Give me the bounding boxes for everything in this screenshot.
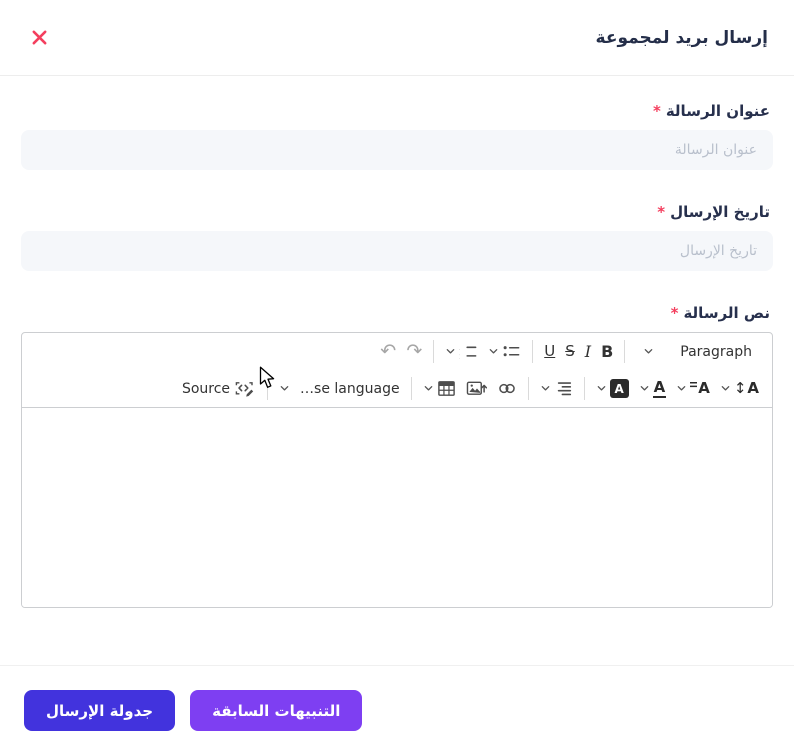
modal-header: إرسال بريد لمجموعة — [0, 0, 794, 76]
required-asterisk: * — [670, 304, 679, 322]
font-family-icon: A — [690, 381, 710, 396]
chevron-down-icon — [677, 386, 686, 391]
bold-icon: B — [601, 341, 614, 361]
send-date-input[interactable] — [21, 231, 773, 271]
strikethrough-icon: S — [565, 342, 575, 360]
italic-button[interactable]: I — [580, 337, 596, 367]
chevron-down-icon — [446, 349, 455, 354]
bulleted-list-icon — [503, 346, 520, 357]
toolbar-row-2: A ↕ A A A …se language Source — [30, 370, 764, 407]
send-date-field-group: تاريخ الإرسال * — [21, 203, 773, 271]
text-alignment-dropdown[interactable] — [535, 374, 578, 404]
label-text: عنوان الرسالة — [665, 102, 770, 120]
chevron-down-icon — [541, 386, 549, 391]
insert-table-icon — [437, 381, 455, 396]
rich-text-editor: Paragraph B I S U ↷ ↶ A ↕ A A A …se lang… — [21, 332, 773, 608]
message-title-input[interactable] — [21, 130, 773, 170]
chevron-down-icon — [489, 349, 498, 354]
source-editing-label: Source — [181, 380, 231, 397]
font-size-icon: A ↕ — [733, 379, 759, 397]
undo-button[interactable]: ↶ — [375, 337, 401, 367]
chevron-down-icon — [280, 386, 289, 391]
message-body-field-group: نص الرسالة * Paragraph B I S U ↷ ↶ A ↕ A… — [21, 304, 773, 608]
link-button[interactable] — [492, 374, 522, 404]
text-language-dropdown-label: …se language — [300, 380, 400, 397]
insert-table-dropdown[interactable] — [418, 374, 461, 404]
font-color-dropdown[interactable]: A — [634, 374, 672, 404]
underline-icon: U — [544, 342, 556, 360]
required-asterisk: * — [657, 203, 666, 221]
editor-toolbar: Paragraph B I S U ↷ ↶ A ↕ A A A …se lang… — [22, 333, 772, 408]
paragraph-dropdown-label: Paragraph — [680, 343, 752, 360]
toolbar-row-1: Paragraph B I S U ↷ ↶ — [30, 333, 764, 370]
bold-button[interactable]: B — [596, 337, 618, 367]
message-body-label: نص الرسالة * — [24, 304, 770, 322]
source-editing-button[interactable]: Source — [177, 374, 261, 404]
message-title-label: عنوان الرسالة * — [24, 102, 770, 120]
chevron-down-icon — [640, 386, 648, 391]
font-size-dropdown[interactable]: A ↕ — [715, 374, 764, 404]
font-background-color-dropdown[interactable]: A — [591, 374, 634, 404]
redo-button[interactable]: ↷ — [401, 337, 427, 367]
chevron-down-icon — [644, 349, 653, 354]
italic-icon: I — [584, 341, 592, 361]
toolbar-separator — [410, 377, 412, 400]
insert-image-button[interactable] — [461, 374, 492, 404]
chevron-down-icon — [721, 386, 730, 391]
close-button[interactable] — [26, 24, 53, 51]
text-alignment-icon — [557, 382, 571, 396]
chevron-down-icon — [424, 386, 432, 391]
svg-text:2: 2 — [459, 352, 460, 361]
numbered-list-dropdown[interactable]: 1 2 — [440, 337, 483, 367]
source-editing-icon — [235, 381, 254, 397]
text-language-dropdown[interactable]: …se language — [274, 374, 405, 404]
toolbar-separator — [433, 340, 435, 363]
schedule-send-button[interactable]: جدولة الإرسال — [24, 690, 176, 731]
message-title-field-group: عنوان الرسالة * — [21, 102, 773, 170]
undo-icon: ↶ — [380, 340, 397, 362]
toolbar-separator — [527, 377, 529, 400]
redo-icon: ↷ — [406, 340, 423, 362]
underline-button[interactable]: U — [539, 337, 560, 367]
strikethrough-button[interactable]: S — [560, 337, 580, 367]
label-text: تاريخ الإرسال — [670, 203, 770, 221]
bulleted-list-dropdown[interactable] — [483, 337, 526, 367]
editor-content-area[interactable] — [22, 408, 772, 607]
numbered-list-icon: 1 2 — [459, 343, 477, 361]
svg-text:1: 1 — [459, 343, 460, 352]
previous-alerts-button[interactable]: التنبيهات السابقة — [190, 690, 363, 731]
required-asterisk: * — [652, 102, 661, 120]
toolbar-separator — [532, 340, 534, 363]
link-icon — [498, 383, 515, 394]
chevron-down-icon — [597, 386, 605, 391]
close-icon — [32, 30, 47, 45]
send-date-label: تاريخ الإرسال * — [24, 203, 770, 221]
paragraph-style-dropdown[interactable]: Paragraph — [631, 337, 764, 367]
font-color-icon: A — [652, 379, 667, 399]
font-family-dropdown[interactable]: A — [671, 374, 715, 404]
toolbar-separator — [267, 377, 269, 400]
toolbar-separator — [624, 340, 626, 363]
modal-title: إرسال بريد لمجموعة — [595, 27, 768, 48]
font-background-color-icon: A — [609, 379, 629, 398]
insert-image-icon — [466, 381, 487, 395]
toolbar-separator — [583, 377, 585, 400]
label-text: نص الرسالة — [683, 304, 770, 322]
modal-body: عنوان الرسالة * تاريخ الإرسال * نص الرسا… — [0, 76, 794, 608]
modal-footer: التنبيهات السابقة جدولة الإرسال — [0, 666, 794, 731]
